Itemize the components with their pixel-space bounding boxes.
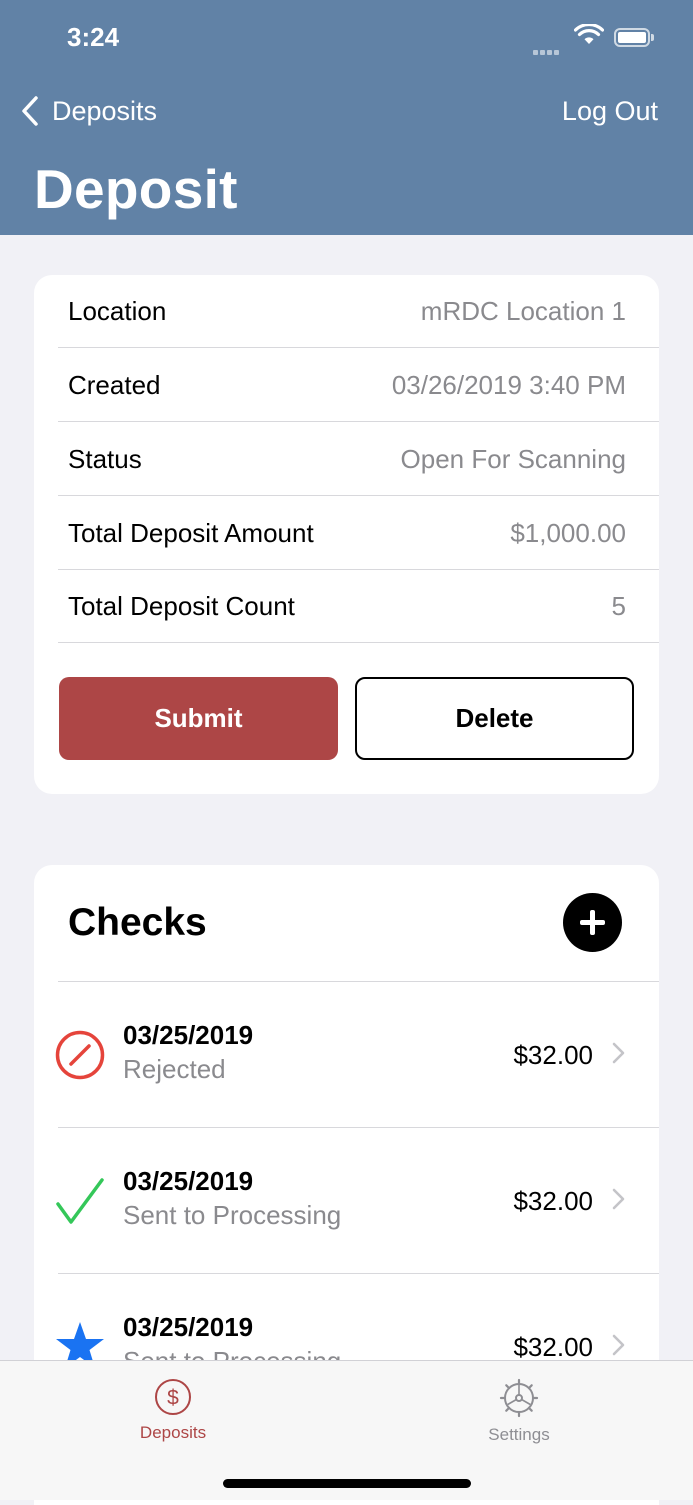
detail-label: Location (68, 295, 167, 326)
check-date: 03/25/2019 (123, 1020, 254, 1050)
rejected-icon (55, 1030, 105, 1080)
detail-value: 5 (611, 590, 626, 621)
detail-row-created: Created 03/26/2019 3:40 PM (58, 349, 659, 422)
tab-deposits-label: Deposits (139, 1423, 207, 1442)
dollar-circle-icon: $ (155, 1379, 191, 1415)
submit-button[interactable]: Submit (59, 677, 338, 760)
chevron-right-icon (612, 1042, 625, 1064)
check-amount: $32.00 (513, 1186, 593, 1216)
detail-value: mRDC Location 1 (420, 295, 626, 326)
checks-section-title: Checks (68, 901, 207, 944)
check-list-item[interactable]: 03/25/2019 Rejected $32.00 (34, 982, 659, 1128)
wifi-icon (574, 24, 604, 44)
detail-row-total-amount: Total Deposit Amount $1,000.00 (58, 497, 659, 570)
check-date: 03/25/2019 (123, 1166, 254, 1196)
detail-row-total-count: Total Deposit Count 5 (58, 570, 659, 643)
detail-label: Total Deposit Amount (68, 517, 314, 548)
detail-label: Status (68, 443, 142, 474)
svg-text:$: $ (167, 1387, 179, 1410)
status-bar-time: 3:24 (67, 22, 120, 52)
check-list-item[interactable]: 03/25/2019 Sent to Processing $32.00 (34, 1128, 659, 1274)
chevron-right-icon (612, 1334, 625, 1356)
page-title: Deposit (34, 158, 238, 220)
back-button[interactable]: Deposits (20, 93, 157, 129)
navigation-header: 3:24 Deposits Log Out Deposit (0, 0, 693, 235)
add-check-button[interactable] (563, 893, 622, 952)
cellular-signal-icon (533, 42, 565, 55)
checkmark-icon (56, 1178, 104, 1224)
delete-button[interactable]: Delete (355, 677, 634, 760)
check-amount: $32.00 (513, 1332, 593, 1362)
check-status: Rejected (123, 1054, 226, 1084)
chevron-left-icon (22, 96, 38, 126)
tab-deposits[interactable]: $ Deposits (113, 1378, 233, 1443)
logout-button[interactable]: Log Out (562, 96, 658, 127)
detail-label: Total Deposit Count (68, 590, 295, 621)
tab-settings[interactable]: Settings (459, 1378, 579, 1445)
check-amount: $32.00 (513, 1040, 593, 1070)
chevron-right-icon (612, 1188, 625, 1210)
home-indicator[interactable] (223, 1479, 471, 1488)
check-status: Sent to Processing (123, 1200, 342, 1230)
gear-icon (499, 1378, 539, 1418)
detail-row-location: Location mRDC Location 1 (58, 275, 659, 348)
tab-settings-label: Settings (488, 1425, 550, 1444)
tab-bar: $ Deposits Settings (0, 1360, 693, 1500)
detail-row-status: Status Open For Scanning (58, 423, 659, 496)
detail-value: $1,000.00 (510, 517, 626, 548)
detail-value: Open For Scanning (400, 443, 626, 474)
check-date: 03/25/2019 (123, 1312, 254, 1342)
back-button-label: Deposits (52, 95, 158, 126)
deposit-details-card: Location mRDC Location 1 Created 03/26/2… (34, 275, 659, 794)
detail-value: 03/26/2019 3:40 PM (391, 369, 626, 400)
battery-icon (614, 28, 654, 47)
detail-label: Created (68, 369, 161, 400)
